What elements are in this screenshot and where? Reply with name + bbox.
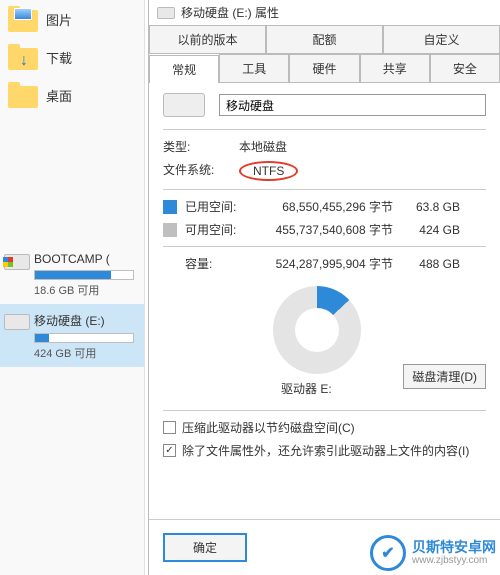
used-swatch — [163, 200, 177, 214]
watermark-url: www.zjbstyy.com — [412, 555, 496, 566]
drive-icon — [4, 254, 30, 270]
drive-letter-label: 驱动器 E: — [281, 380, 332, 397]
type-value: 本地磁盘 — [239, 138, 287, 155]
explorer-sidebar: 图片 ↓ 下载 桌面 BOOTCAMP ( 18.6 GB 可用 移动硬盘 (E… — [0, 0, 145, 575]
drive-item-removable[interactable]: 移动硬盘 (E:) 424 GB 可用 — [0, 304, 144, 367]
tab-general[interactable]: 常规 — [149, 55, 219, 83]
pictures-folder-icon — [8, 6, 38, 32]
used-label: 已用空间: — [185, 198, 245, 215]
tab-security[interactable]: 安全 — [430, 54, 500, 82]
watermark-name: 贝斯特安卓网 — [412, 540, 496, 555]
tab-previous-versions[interactable]: 以前的版本 — [149, 25, 266, 53]
drive-usage-bar — [34, 270, 134, 280]
drive-icon — [157, 7, 175, 19]
drive-free-text: 18.6 GB 可用 — [34, 282, 138, 298]
used-bytes: 68,550,455,296 字节 — [253, 198, 393, 215]
drive-name: 移动硬盘 (E:) — [34, 312, 138, 329]
index-label: 除了文件属性外，还允许索引此驱动器上文件的内容(I) — [182, 442, 469, 459]
free-swatch — [163, 223, 177, 237]
used-gb: 63.8 GB — [405, 200, 460, 214]
highlight-circle: NTFS — [239, 161, 298, 181]
drive-name: BOOTCAMP ( — [34, 252, 138, 266]
filesystem-value: NTFS — [239, 161, 298, 181]
sidebar-item-downloads[interactable]: ↓ 下载 — [0, 38, 144, 76]
capacity-gb: 488 GB — [405, 257, 460, 271]
free-label: 可用空间: — [185, 221, 245, 238]
dialog-title-bar: 移动硬盘 (E:) 属性 — [149, 0, 500, 25]
usage-donut-chart — [273, 286, 361, 374]
drive-item-bootcamp[interactable]: BOOTCAMP ( 18.6 GB 可用 — [0, 244, 144, 304]
watermark: ✔ 贝斯特安卓网 www.zjbstyy.com — [370, 535, 496, 571]
tab-sharing[interactable]: 共享 — [360, 54, 430, 82]
sidebar-item-desktop[interactable]: 桌面 — [0, 76, 144, 114]
disk-cleanup-button[interactable]: 磁盘清理(D) — [403, 364, 486, 389]
capacity-label: 容量: — [185, 255, 245, 272]
filesystem-label: 文件系统: — [163, 161, 239, 181]
drive-usage-bar — [34, 333, 134, 343]
tabs-row-lower: 常规 工具 硬件 共享 安全 — [149, 54, 500, 83]
dialog-title: 移动硬盘 (E:) 属性 — [181, 4, 279, 21]
tab-hardware[interactable]: 硬件 — [289, 54, 359, 82]
drive-large-icon — [163, 93, 205, 117]
properties-dialog: 移动硬盘 (E:) 属性 以前的版本 配额 自定义 常规 工具 硬件 共享 安全… — [148, 0, 500, 575]
capacity-bytes: 524,287,995,904 字节 — [253, 255, 393, 272]
dialog-footer: 确定 ✔ 贝斯特安卓网 www.zjbstyy.com — [149, 519, 500, 575]
downloads-folder-icon: ↓ — [8, 44, 38, 70]
tab-tools[interactable]: 工具 — [219, 54, 289, 82]
compress-checkbox[interactable] — [163, 421, 176, 434]
compress-label: 压缩此驱动器以节约磁盘空间(C) — [182, 419, 355, 436]
sidebar-item-label: 图片 — [46, 10, 72, 29]
desktop-folder-icon — [8, 82, 38, 108]
watermark-logo-icon: ✔ — [370, 535, 406, 571]
index-checkbox[interactable]: ✓ — [163, 444, 176, 457]
tab-customize[interactable]: 自定义 — [383, 25, 500, 53]
free-gb: 424 GB — [405, 223, 460, 237]
sidebar-item-label: 桌面 — [46, 86, 72, 105]
type-label: 类型: — [163, 138, 239, 155]
tab-quota[interactable]: 配额 — [266, 25, 383, 53]
tabs-row-upper: 以前的版本 配额 自定义 — [149, 25, 500, 54]
sidebar-item-label: 下载 — [46, 48, 72, 67]
drive-icon — [4, 314, 30, 330]
drive-free-text: 424 GB 可用 — [34, 345, 138, 361]
drive-name-input[interactable] — [219, 94, 486, 116]
free-bytes: 455,737,540,608 字节 — [253, 221, 393, 238]
sidebar-item-pictures[interactable]: 图片 — [0, 0, 144, 38]
ok-button[interactable]: 确定 — [163, 533, 247, 562]
